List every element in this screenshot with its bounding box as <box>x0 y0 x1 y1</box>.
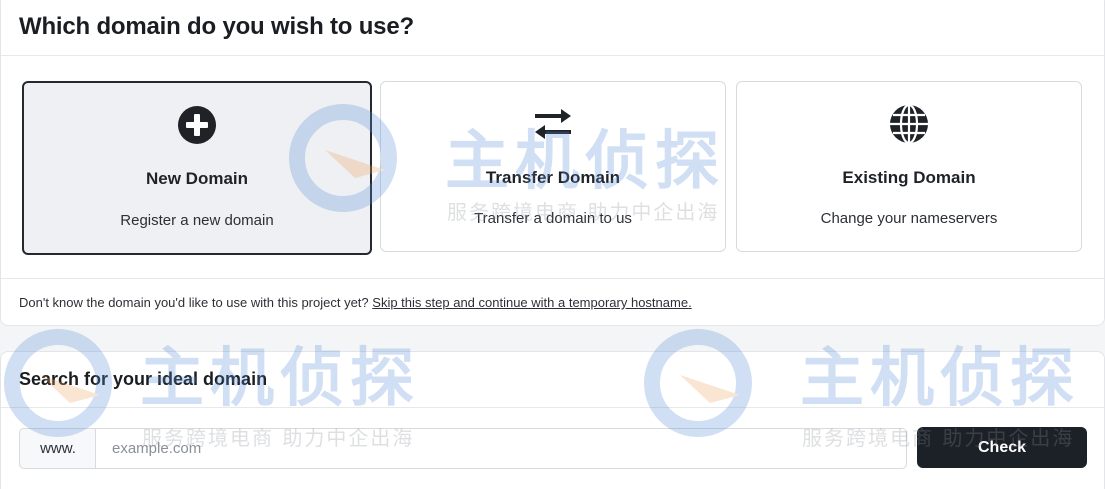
search-title: Search for your ideal domain <box>19 369 268 389</box>
option-title: New Domain <box>145 169 249 188</box>
option-transfer-domain[interactable]: Transfer Domain Transfer a domain to us <box>380 81 726 252</box>
option-new-domain[interactable]: New Domain Register a new domain <box>22 81 372 255</box>
option-title: Transfer Domain <box>485 168 621 187</box>
domain-choice-panel: Which domain do you wish to use? New Dom… <box>0 0 1105 326</box>
www-prefix: www. <box>19 428 96 469</box>
domain-search-panel: Search for your ideal domain www. Check <box>0 351 1105 489</box>
skip-hint-text: Don't know the domain you'd like to use … <box>19 295 369 310</box>
globe-icon <box>890 104 928 144</box>
page-title: Which domain do you wish to use? <box>19 13 414 40</box>
domain-search-input[interactable] <box>95 428 907 469</box>
plus-circle-icon <box>178 106 216 144</box>
option-description: Transfer a domain to us <box>474 210 632 227</box>
check-button[interactable]: Check <box>917 427 1087 468</box>
skip-step-link[interactable]: Skip this step and continue with a tempo… <box>372 295 691 310</box>
domain-search-header: Search for your ideal domain <box>1 352 1104 408</box>
domain-options: New Domain Register a new domain Transfe… <box>22 81 1084 255</box>
option-title: Existing Domain <box>842 168 976 187</box>
option-description: Register a new domain <box>120 212 274 229</box>
transfer-arrows-icon <box>535 109 571 139</box>
skip-hint: Don't know the domain you'd like to use … <box>1 278 1104 326</box>
option-existing-domain[interactable]: Existing Domain Change your nameservers <box>736 81 1082 252</box>
option-description: Change your nameservers <box>820 210 998 227</box>
domain-choice-header: Which domain do you wish to use? <box>1 0 1104 56</box>
